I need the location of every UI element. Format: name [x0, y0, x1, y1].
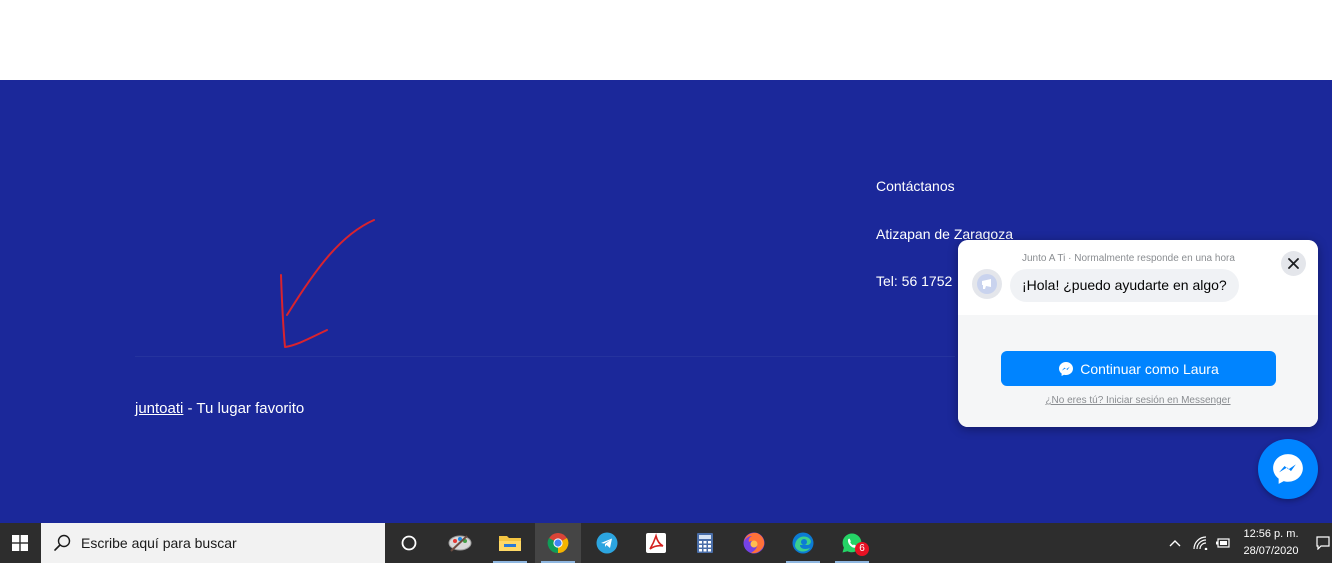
- cortana-icon: [401, 535, 417, 551]
- page-header-area: [0, 0, 1332, 80]
- show-hidden-icons-button[interactable]: [1164, 523, 1186, 563]
- telegram-icon: [596, 532, 618, 554]
- paint-icon: [448, 535, 472, 552]
- taskbar-app-file-explorer[interactable]: [487, 523, 533, 563]
- search-placeholder: Escribe aquí para buscar: [81, 535, 237, 551]
- messenger-launcher-button[interactable]: [1258, 439, 1318, 499]
- chrome-icon: [547, 533, 569, 554]
- footer-credit: juntoati - Tu lugar favorito: [135, 400, 304, 417]
- taskbar-clock[interactable]: 12:56 p. m. 28/07/2020: [1232, 526, 1310, 560]
- edge-icon: [792, 532, 814, 554]
- taskbar-app-acrobat[interactable]: [633, 523, 679, 563]
- calculator-icon: [697, 533, 713, 553]
- alt-login-link[interactable]: ¿No eres tú? Iniciar sesión en Messenger: [958, 395, 1318, 406]
- wifi-icon: [1193, 536, 1208, 550]
- windows-taskbar: Escribe aquí para buscar 6 12:56 p. m. 2…: [0, 523, 1332, 563]
- messenger-icon: [1059, 361, 1074, 376]
- taskbar-app-paint[interactable]: [437, 523, 483, 563]
- response-note: · Normalmente responde en una hora: [1065, 253, 1235, 264]
- annotation-arrow: [280, 219, 375, 348]
- close-chat-button[interactable]: [1281, 251, 1306, 276]
- chevron-up-icon: [1169, 540, 1181, 547]
- clock-time: 12:56 p. m.: [1243, 528, 1299, 540]
- taskbar-app-firefox[interactable]: [731, 523, 777, 563]
- messenger-icon: [1273, 454, 1303, 484]
- close-icon: [1288, 258, 1299, 269]
- taskbar-app-whatsapp[interactable]: 6: [829, 523, 875, 563]
- firefox-icon: [743, 532, 765, 554]
- network-tray-button[interactable]: [1190, 523, 1212, 563]
- taskbar-app-telegram[interactable]: [584, 523, 630, 563]
- continue-label: Continuar como Laura: [1080, 360, 1219, 377]
- action-center-button[interactable]: [1314, 523, 1332, 563]
- continue-as-button[interactable]: Continuar como Laura: [1001, 351, 1276, 386]
- start-button[interactable]: [0, 523, 40, 563]
- battery-icon: [1216, 538, 1230, 548]
- messenger-chat-popup: Junto A Ti · Normalmente responde en una…: [958, 240, 1318, 427]
- acrobat-icon: [646, 533, 666, 553]
- chat-meta: Junto A Ti · Normalmente responde en una…: [1022, 253, 1235, 264]
- notification-badge: 6: [855, 542, 869, 556]
- clock-date: 28/07/2020: [1243, 545, 1299, 557]
- battery-tray-button[interactable]: [1213, 523, 1233, 563]
- notification-icon: [1316, 536, 1330, 550]
- taskbar-search-box[interactable]: Escribe aquí para buscar: [41, 523, 385, 563]
- taskbar-app-chrome[interactable]: [535, 523, 581, 563]
- credit-link[interactable]: juntoati: [135, 400, 183, 417]
- taskbar-app-edge[interactable]: [780, 523, 826, 563]
- page-name: Junto A Ti: [1022, 253, 1066, 264]
- search-icon: [54, 534, 71, 551]
- file-explorer-icon: [499, 536, 521, 551]
- contact-phone: Tel: 56 1752: [876, 273, 953, 289]
- cortana-button[interactable]: [386, 523, 432, 563]
- contact-title: Contáctanos: [876, 178, 955, 194]
- footer-divider: [135, 356, 955, 357]
- credit-text: - Tu lugar favorito: [183, 400, 305, 417]
- greeting-bubble: ¡Hola! ¿puedo ayudarte en algo?: [1010, 269, 1239, 302]
- page-avatar-icon: [972, 269, 1002, 299]
- windows-logo-icon: [12, 535, 28, 551]
- taskbar-app-calculator[interactable]: [682, 523, 728, 563]
